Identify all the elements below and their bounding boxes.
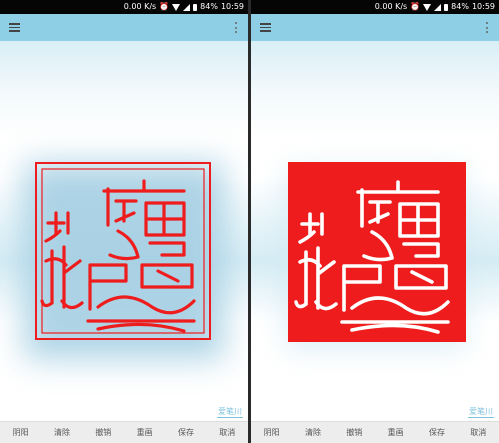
redraw-button[interactable]: 重画: [124, 422, 165, 443]
watermark-label: 爱笔川: [468, 407, 494, 418]
panel-left: 0.00 K/s ⏰ 84% 10:59 爱笔川 阴阳 清除 撤销 重画 保存 …: [0, 0, 248, 443]
redraw-button[interactable]: 重画: [375, 422, 416, 443]
bottom-bar: 阴阳 清除 撤销 重画 保存 取消: [0, 421, 248, 443]
undo-button[interactable]: 撤销: [83, 422, 124, 443]
panel-right: 0.00 K/s ⏰ 84% 10:59 爱笔川 阴阳 清除 撤销 重画 保存 …: [251, 0, 499, 443]
seal-canvas[interactable]: 爱笔川: [0, 41, 248, 421]
menu-icon[interactable]: [9, 23, 20, 32]
yinyang-button[interactable]: 阴阳: [251, 422, 292, 443]
cancel-button[interactable]: 取消: [207, 422, 248, 443]
seal-stamp-outline: [34, 161, 212, 341]
save-button[interactable]: 保存: [165, 422, 206, 443]
clock: 10:59: [220, 2, 244, 11]
cancel-button[interactable]: 取消: [458, 422, 499, 443]
status-bar: 0.00 K/s ⏰ 84% 10:59: [0, 0, 248, 14]
network-speed: 0.00 K/s: [123, 2, 157, 11]
clear-button[interactable]: 清除: [41, 422, 82, 443]
more-icon[interactable]: [235, 22, 238, 33]
clear-button[interactable]: 清除: [292, 422, 333, 443]
more-icon[interactable]: [486, 22, 489, 33]
wifi-icon: [172, 3, 181, 11]
alarm-icon: ⏰: [159, 2, 170, 11]
app-toolbar: [251, 14, 499, 41]
network-speed: 0.00 K/s: [374, 2, 408, 11]
menu-icon[interactable]: [260, 23, 271, 32]
signal-icon: [183, 3, 191, 11]
clock: 10:59: [471, 2, 495, 11]
seal-canvas[interactable]: 爱笔川: [251, 41, 499, 421]
battery-level: 84%: [200, 2, 218, 11]
battery-level: 84%: [451, 2, 469, 11]
yinyang-button[interactable]: 阴阳: [0, 422, 41, 443]
battery-icon: [444, 3, 449, 11]
wifi-icon: [423, 3, 432, 11]
battery-icon: [193, 3, 198, 11]
app-toolbar: [0, 14, 248, 41]
bottom-bar: 阴阳 清除 撤销 重画 保存 取消: [251, 421, 499, 443]
alarm-icon: ⏰: [410, 2, 421, 11]
seal-stamp-filled: [288, 162, 466, 342]
watermark-label: 爱笔川: [217, 407, 243, 418]
signal-icon: [434, 3, 442, 11]
save-button[interactable]: 保存: [416, 422, 457, 443]
status-bar: 0.00 K/s ⏰ 84% 10:59: [251, 0, 499, 14]
undo-button[interactable]: 撤销: [334, 422, 375, 443]
